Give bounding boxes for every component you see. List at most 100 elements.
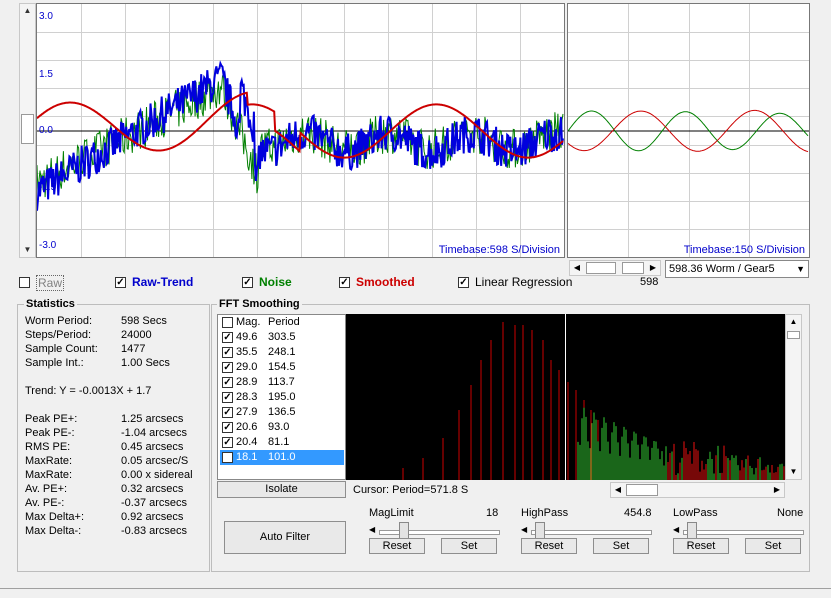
y-tick-3: 3.0	[39, 11, 53, 22]
y-tick-neg-1-5: -1.5	[39, 182, 57, 193]
noise-checkbox[interactable]: ✓	[242, 277, 253, 288]
maglimit-reset-button[interactable]: Reset	[369, 538, 425, 554]
stat-label: MaxRate:	[25, 469, 73, 481]
list-item-period: 195.0	[268, 391, 296, 403]
side-plot-canvas	[568, 4, 809, 257]
side-plot-scrollbar[interactable]: ◀ ▶	[569, 260, 661, 276]
list-item[interactable]: ✓ 49.6 303.5	[220, 330, 344, 345]
scroll-left-icon[interactable]: ◀	[570, 261, 584, 275]
lowpass-set-button[interactable]: Set	[745, 538, 801, 554]
fft-spectrum-canvas	[402, 314, 785, 480]
fft-scroll-thumb[interactable]	[787, 331, 800, 339]
fft-horizontal-scrollbar[interactable]: ◀ ▶	[610, 482, 785, 498]
stat-label: Peak PE-:	[25, 427, 75, 439]
noise-label: Noise	[259, 275, 292, 289]
fft-vertical-scrollbar[interactable]: ▲ ▼	[785, 314, 802, 480]
scroll-up-icon[interactable]: ▲	[20, 4, 35, 18]
smoothed-checkbox[interactable]: ✓	[339, 277, 350, 288]
list-item-period: 93.0	[268, 421, 290, 433]
worm-gear-select[interactable]: 598.36 Worm / Gear5 ▼	[665, 260, 809, 278]
list-item[interactable]: ✓ 35.5 248.1	[220, 345, 344, 360]
maglimit-set-button[interactable]: Set	[441, 538, 497, 554]
list-item-period: 136.5	[268, 406, 296, 418]
list-item[interactable]: ✓ 20.6 93.0	[220, 420, 344, 435]
side-scroll-thumb[interactable]	[586, 262, 616, 274]
chevron-down-icon[interactable]: ▼	[796, 261, 805, 277]
lowpass-reset-button[interactable]: Reset	[673, 538, 729, 554]
side-timebase-label: Timebase:150 S/Division	[683, 244, 805, 256]
scroll-up-icon[interactable]: ▲	[786, 315, 801, 329]
list-item-period: 154.5	[268, 361, 296, 373]
lowpass-slider[interactable]: ◀	[673, 522, 804, 542]
list-item[interactable]: ✓ 29.0 154.5	[220, 360, 344, 375]
list-item-checkbox[interactable]: ✓	[222, 362, 233, 373]
list-item[interactable]: ✓ 28.9 113.7	[220, 375, 344, 390]
raw-trend-checkbox[interactable]: ✓	[115, 277, 126, 288]
auto-filter-button[interactable]: Auto Filter	[224, 521, 346, 554]
stat-value: 1477	[121, 343, 146, 355]
side-scroll-thumb-2[interactable]	[622, 262, 644, 274]
stat-value: -0.83 arcsecs	[121, 525, 188, 537]
statistics-title: Statistics	[24, 298, 77, 310]
scroll-down-icon[interactable]: ▼	[20, 243, 35, 257]
scroll-left-icon[interactable]: ◀	[673, 525, 679, 534]
lowpass-label: LowPass	[673, 507, 718, 519]
list-item-period: 248.1	[268, 346, 296, 358]
scroll-thumb[interactable]	[21, 114, 34, 144]
scroll-right-icon[interactable]: ▶	[770, 483, 784, 497]
linear-regression-checkbox[interactable]: ✓	[458, 277, 469, 288]
fft-spectrum-plot[interactable]	[346, 314, 785, 480]
harmonic-list-header[interactable]: Mag. Period	[220, 315, 344, 330]
scroll-right-icon[interactable]: ▶	[646, 261, 660, 275]
scroll-down-icon[interactable]: ▼	[786, 465, 801, 479]
fft-hscroll-thumb[interactable]	[626, 484, 658, 496]
list-item-checkbox[interactable]: ✓	[222, 392, 233, 403]
list-item-checkbox[interactable]: ✓	[222, 347, 233, 358]
list-item-checkbox[interactable]: ✓	[222, 377, 233, 388]
list-item-period: 113.7	[268, 376, 295, 388]
stat-label: Worm Period:	[25, 315, 93, 327]
list-item-selected[interactable]: ✓ 18.1 101.0	[220, 450, 344, 465]
highpass-value: 454.8	[624, 507, 652, 519]
fft-cursor-readout: Cursor: Period=571.8 S	[353, 484, 469, 496]
select-all-checkbox[interactable]	[222, 317, 233, 328]
highpass-set-button[interactable]: Set	[593, 538, 649, 554]
maglimit-slider[interactable]: ◀	[369, 522, 500, 542]
list-item-checkbox[interactable]: ✓	[222, 452, 233, 463]
smoothed-label: Smoothed	[356, 275, 415, 289]
trend-equation: Trend: Y = -0.0013X + 1.7	[25, 385, 152, 397]
list-item-mag: 49.6	[236, 331, 258, 343]
highpass-reset-button[interactable]: Reset	[521, 538, 577, 554]
list-item[interactable]: ✓ 20.4 81.1	[220, 435, 344, 450]
main-plot-vertical-scrollbar[interactable]: ▲ ▼	[19, 3, 36, 258]
scroll-left-icon[interactable]: ◀	[521, 525, 527, 534]
stat-value: 1.25 arcsecs	[121, 413, 184, 425]
fft-smoothing-title: FFT Smoothing	[217, 298, 302, 310]
bottom-divider	[0, 588, 831, 589]
list-item-mag: 29.0	[236, 361, 258, 373]
list-item-mag: 20.4	[236, 436, 258, 448]
scroll-left-icon[interactable]: ◀	[611, 483, 625, 497]
list-item-period: 101.0	[268, 451, 296, 463]
stat-label: Sample Count:	[25, 343, 98, 355]
lowpass-value: None	[777, 507, 804, 519]
list-item-checkbox[interactable]: ✓	[222, 332, 233, 343]
mag-header: Mag.	[236, 316, 261, 328]
maglimit-label: MagLimit	[369, 507, 414, 519]
isolate-button[interactable]: Isolate	[217, 481, 346, 498]
raw-checkbox[interactable]	[19, 277, 30, 288]
stat-label: MaxRate:	[25, 455, 73, 467]
list-item-checkbox[interactable]: ✓	[222, 422, 233, 433]
stat-label: Av. PE-:	[25, 497, 65, 509]
scroll-left-icon[interactable]: ◀	[369, 525, 375, 534]
side-scroll-value: 598	[640, 276, 659, 288]
worm-gear-select-value: 598.36 Worm / Gear5	[669, 263, 775, 275]
highpass-slider[interactable]: ◀	[521, 522, 652, 542]
harmonic-list[interactable]: Mag. Period ✓ 49.6 303.5 ✓ 35.5 248.1 ✓ 29.0 1…	[217, 314, 346, 480]
list-item-checkbox[interactable]: ✓	[222, 407, 233, 418]
list-item-checkbox[interactable]: ✓	[222, 437, 233, 448]
stat-label: Av. PE+:	[25, 483, 68, 495]
list-item[interactable]: ✓ 28.3 195.0	[220, 390, 344, 405]
list-item[interactable]: ✓ 27.9 136.5	[220, 405, 344, 420]
stat-value: 0.32 arcsecs	[121, 483, 184, 495]
